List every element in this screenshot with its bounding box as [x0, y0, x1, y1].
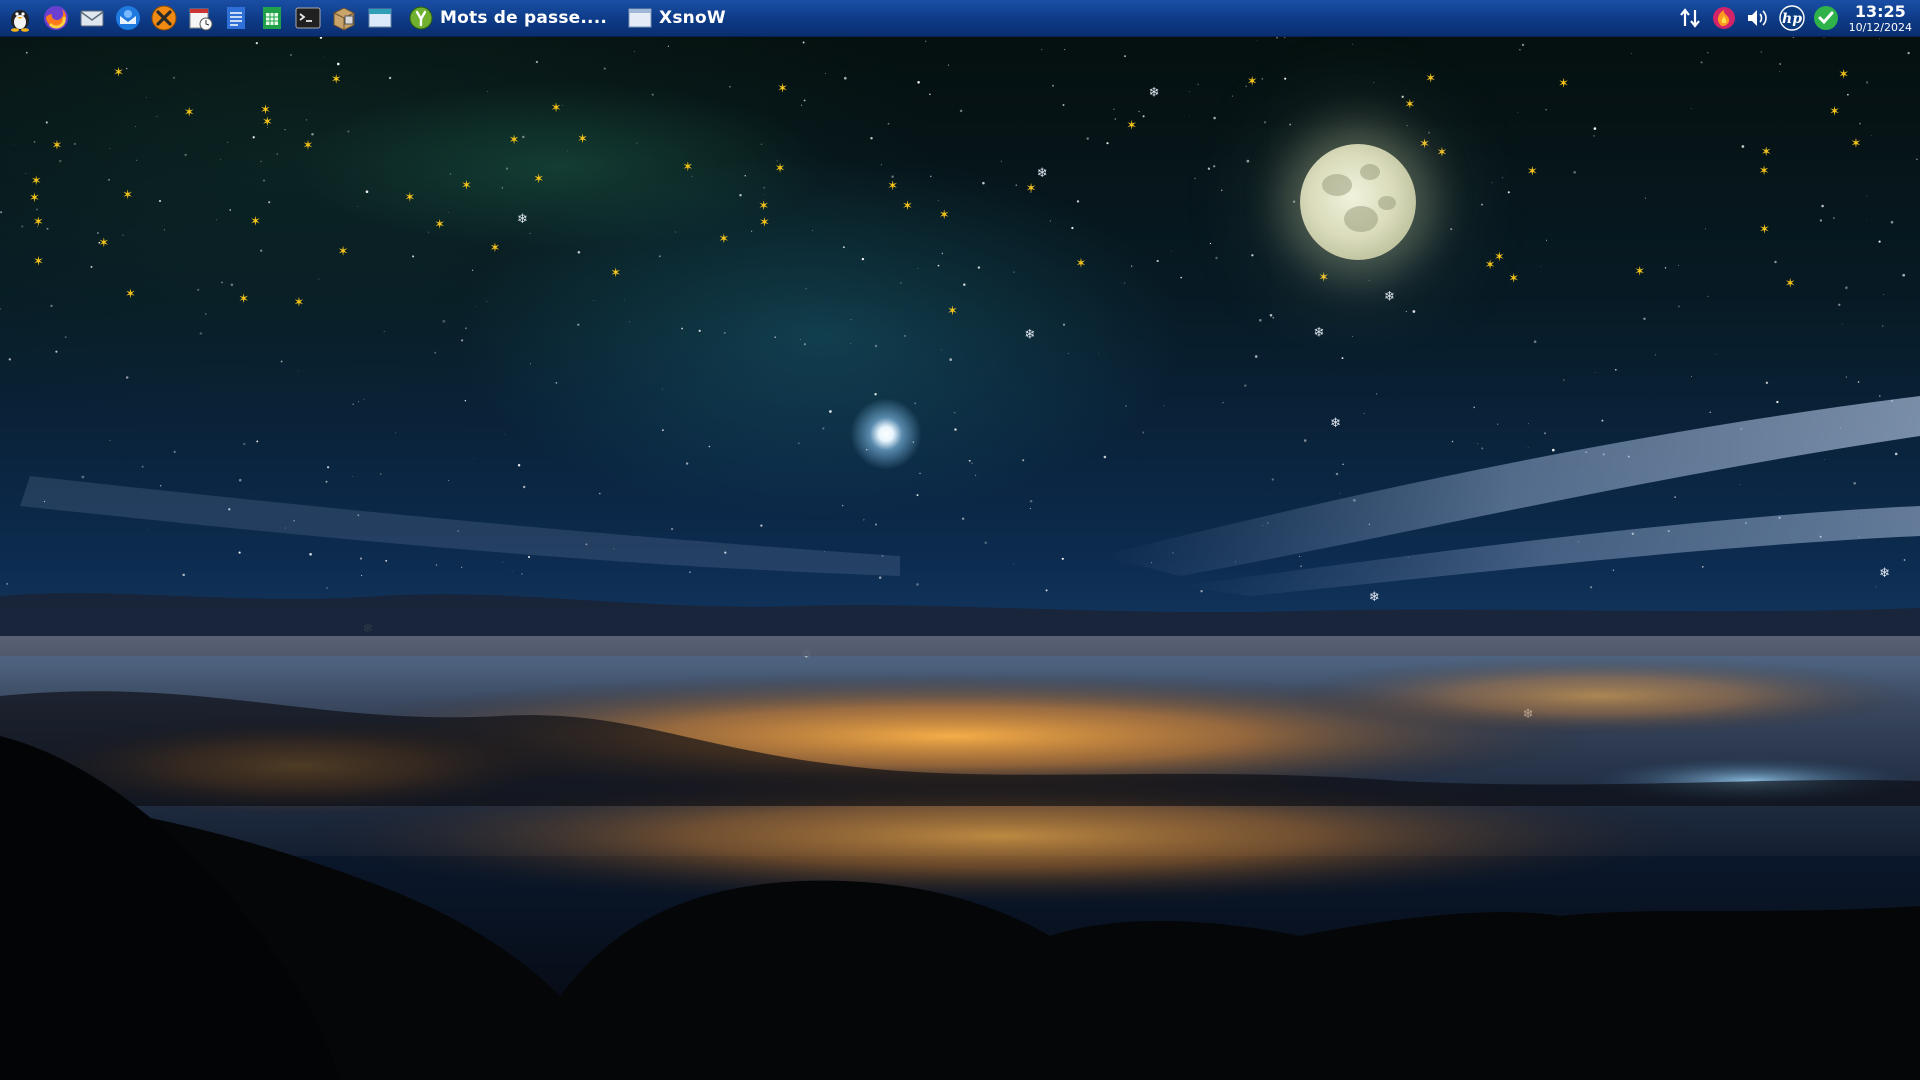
firefox-red-icon[interactable]	[1709, 3, 1739, 33]
linux-penguin-icon[interactable]	[5, 3, 35, 33]
taskbar: Mots de passe.... XsnoW hp 13:25 10/12/2…	[0, 0, 1920, 37]
clock[interactable]: 13:25 10/12/2024	[1848, 1, 1912, 34]
desktop-wallpaper[interactable]: ✶ ✶ ✶ ✶ ✶ ✶ ✶ ✶ ✶ ✶ ✶ ✶ ✶ ✶ ✶ ✶ ✶ ✶ ✶ ✶ ✶ ✶ ✶ ✶ ✶ ✶ ✶ ✶ ✶ ✶ ✶ ✶ ✶ ✶ ✶ ✶ ✶ ✶ ✶ ✶…	[0, 36, 1920, 1080]
task-label: XsnoW	[659, 8, 726, 28]
launcher-panel	[0, 0, 398, 36]
task-label: Mots de passe....	[440, 8, 608, 28]
keepass-icon	[408, 5, 434, 31]
clock-date: 10/12/2024	[1848, 20, 1912, 34]
window-icon[interactable]	[365, 3, 395, 33]
package-manager-icon[interactable]	[329, 3, 359, 33]
landscape	[0, 396, 1920, 1080]
system-tray: hp 13:25 10/12/2024	[1673, 0, 1920, 36]
xfce-x-icon[interactable]	[149, 3, 179, 33]
mail-icon[interactable]	[77, 3, 107, 33]
update-ok-icon[interactable]	[1811, 3, 1841, 33]
thunderbird-icon[interactable]	[113, 3, 143, 33]
text-document-icon[interactable]	[221, 3, 251, 33]
svg-text:hp: hp	[1782, 11, 1802, 27]
firefox-icon[interactable]	[41, 3, 71, 33]
volume-icon[interactable]	[1743, 3, 1773, 33]
task-xsnow[interactable]: XsnoW	[623, 3, 736, 33]
hp-printer-icon[interactable]: hp	[1777, 3, 1807, 33]
terminal-icon[interactable]	[293, 3, 323, 33]
network-arrows-icon[interactable]	[1675, 3, 1705, 33]
window-icon	[627, 5, 653, 31]
clock-time: 13:25	[1854, 1, 1906, 21]
task-keepass[interactable]: Mots de passe....	[404, 3, 617, 33]
spreadsheet-icon[interactable]	[257, 3, 287, 33]
calendar-icon[interactable]	[185, 3, 215, 33]
